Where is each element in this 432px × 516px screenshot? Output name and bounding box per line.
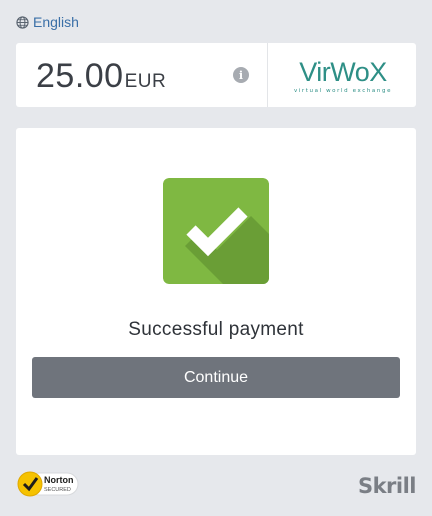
checkmark-icon <box>163 178 269 284</box>
continue-button[interactable]: Continue <box>32 357 400 398</box>
payment-result-card: Successful payment Continue <box>16 128 416 455</box>
norton-sublabel: SECURED <box>44 487 71 493</box>
status-message: Successful payment <box>128 319 304 340</box>
payment-amount: 25.00 EUR <box>36 57 166 96</box>
amount-value: 25.00 <box>36 57 124 95</box>
language-selector[interactable]: English <box>16 14 79 30</box>
merchant-logo: VirWoX virtual world exchange <box>294 57 392 94</box>
language-label[interactable]: English <box>33 14 79 30</box>
svg-text:VirWoX: VirWoX <box>299 57 387 87</box>
norton-secured-badge[interactable]: Norton SECURED <box>16 470 80 498</box>
info-icon[interactable]: i <box>233 67 249 83</box>
skrill-logo: Skrill <box>357 474 417 498</box>
globe-icon <box>16 15 29 29</box>
amount-currency: EUR <box>124 71 167 92</box>
norton-label: Norton <box>44 475 74 485</box>
svg-text:virtual world exchange: virtual world exchange <box>294 88 392 94</box>
divider <box>267 43 268 107</box>
amount-card: 25.00 EUR i VirWoX virtual world exchang… <box>16 43 416 107</box>
